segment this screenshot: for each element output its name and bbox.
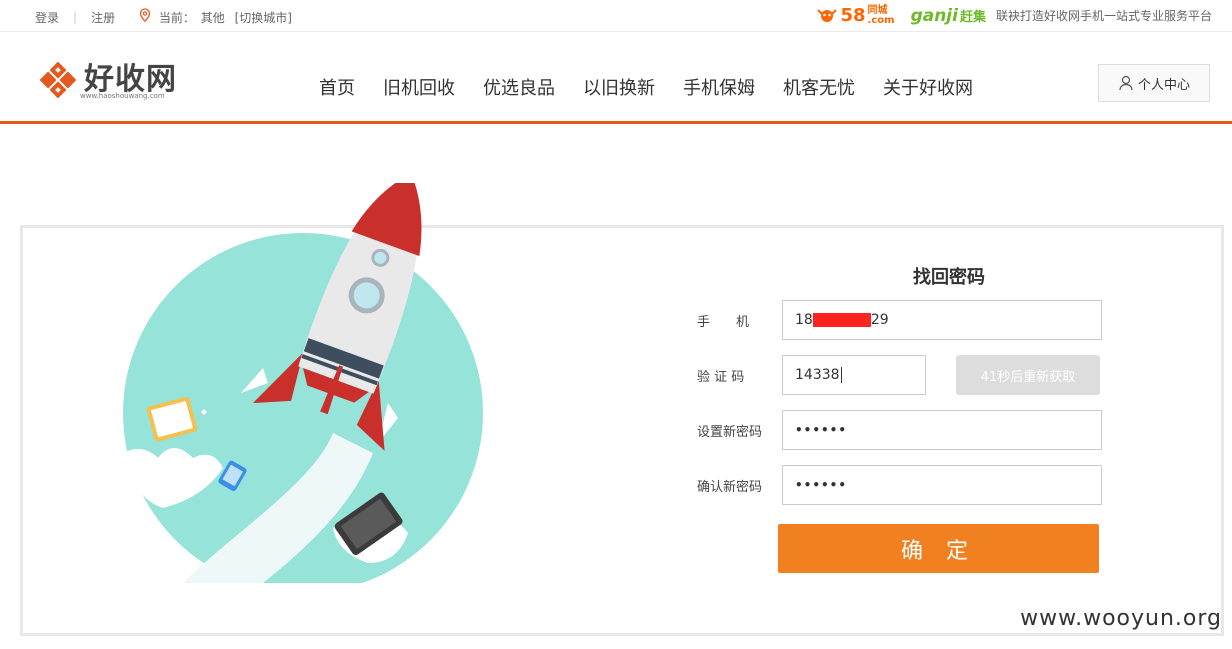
new-password-row: 设置新密码 •••••• [697, 410, 1102, 450]
58-mascot-icon [817, 8, 838, 22]
text-caret [840, 367, 842, 383]
confirm-password-row: 确认新密码 •••••• [697, 465, 1102, 505]
logo-mark-icon [39, 61, 77, 99]
rocket-illustration [123, 183, 483, 583]
top-bar: 登录 | 注册 当前： 其他 [切换城市] 58 同城 .com ganji 赶… [0, 0, 1232, 32]
new-password-label: 设置新密码 [697, 424, 763, 440]
switch-city-link[interactable]: [切换城市] [235, 9, 292, 26]
main-nav: 首页 旧机回收 优选良品 以旧换新 手机保姆 机客无忧 关于好收网 [319, 74, 1001, 100]
main-header: 好收网 www.haoshouwang.com 首页 旧机回收 优选良品 以旧换… [0, 32, 1232, 124]
nav-item-recycle[interactable]: 旧机回收 [383, 74, 455, 100]
58-tongcheng: 同城 [867, 4, 888, 16]
user-center-button[interactable]: 个人中心 [1098, 64, 1210, 102]
location-pin-icon [139, 8, 151, 22]
phone-redaction [812, 313, 871, 327]
resend-code-button[interactable]: 41秒后重新获取 [956, 355, 1100, 395]
reset-password-panel: 找回密码 手 机 18 29 验 证 码 14338 41秒后重新获取 设置新密… [20, 183, 1224, 636]
nav-item-about[interactable]: 关于好收网 [883, 74, 973, 100]
nav-item-home[interactable]: 首页 [319, 74, 355, 100]
nav-item-trade-in[interactable]: 以旧换新 [583, 74, 655, 100]
phone-prefix: 18 [795, 312, 813, 328]
logo-url: www.haoshouwang.com [80, 92, 165, 100]
partner-slogan: 联袂打造好收网手机一站式专业服务平台 [995, 9, 1212, 23]
nav-item-worry-free[interactable]: 机客无忧 [783, 74, 855, 100]
divider: | [73, 10, 78, 24]
code-row: 验 证 码 14338 41秒后重新获取 [697, 355, 1100, 395]
confirm-password-label: 确认新密码 [697, 479, 763, 495]
confirm-password-input[interactable]: •••••• [782, 465, 1102, 505]
58-suffix: 同城 .com [867, 4, 895, 26]
phone-suffix: 29 [870, 312, 889, 328]
phone-row: 手 机 18 29 [697, 300, 1102, 340]
register-link[interactable]: 注册 [91, 9, 115, 26]
verification-code-input[interactable]: 14338 [782, 355, 926, 395]
nav-item-selected[interactable]: 优选良品 [483, 74, 555, 100]
form-title: 找回密码 [913, 267, 985, 288]
58-number: 58 [840, 5, 866, 26]
ganji-cn: 赶集 [959, 10, 986, 25]
confirm-button[interactable]: 确 定 [778, 524, 1099, 573]
user-icon [1119, 75, 1133, 91]
58-logo[interactable]: 58 同城 .com [816, 4, 895, 26]
58-com: .com [867, 14, 895, 26]
verification-code-value: 14338 [795, 367, 840, 383]
code-label: 验 证 码 [697, 369, 745, 385]
ganji-logo[interactable]: ganji [911, 6, 958, 26]
login-link[interactable]: 登录 [35, 9, 59, 26]
location: 当前： 其他 [切换城市] [139, 8, 292, 26]
watermark: www.wooyun.org [1020, 606, 1222, 631]
site-logo[interactable]: 好收网 www.haoshouwang.com [36, 58, 177, 102]
location-label: 当前： [158, 11, 195, 25]
nav-item-phone-care[interactable]: 手机保姆 [683, 74, 755, 100]
new-password-input[interactable]: •••••• [782, 410, 1102, 450]
phone-input[interactable]: 18 29 [782, 300, 1102, 340]
user-center-label: 个人中心 [1137, 77, 1190, 93]
phone-label: 手 机 [697, 314, 750, 330]
logo-text: 好收网 [84, 62, 177, 97]
location-city: 其他 [200, 11, 225, 25]
